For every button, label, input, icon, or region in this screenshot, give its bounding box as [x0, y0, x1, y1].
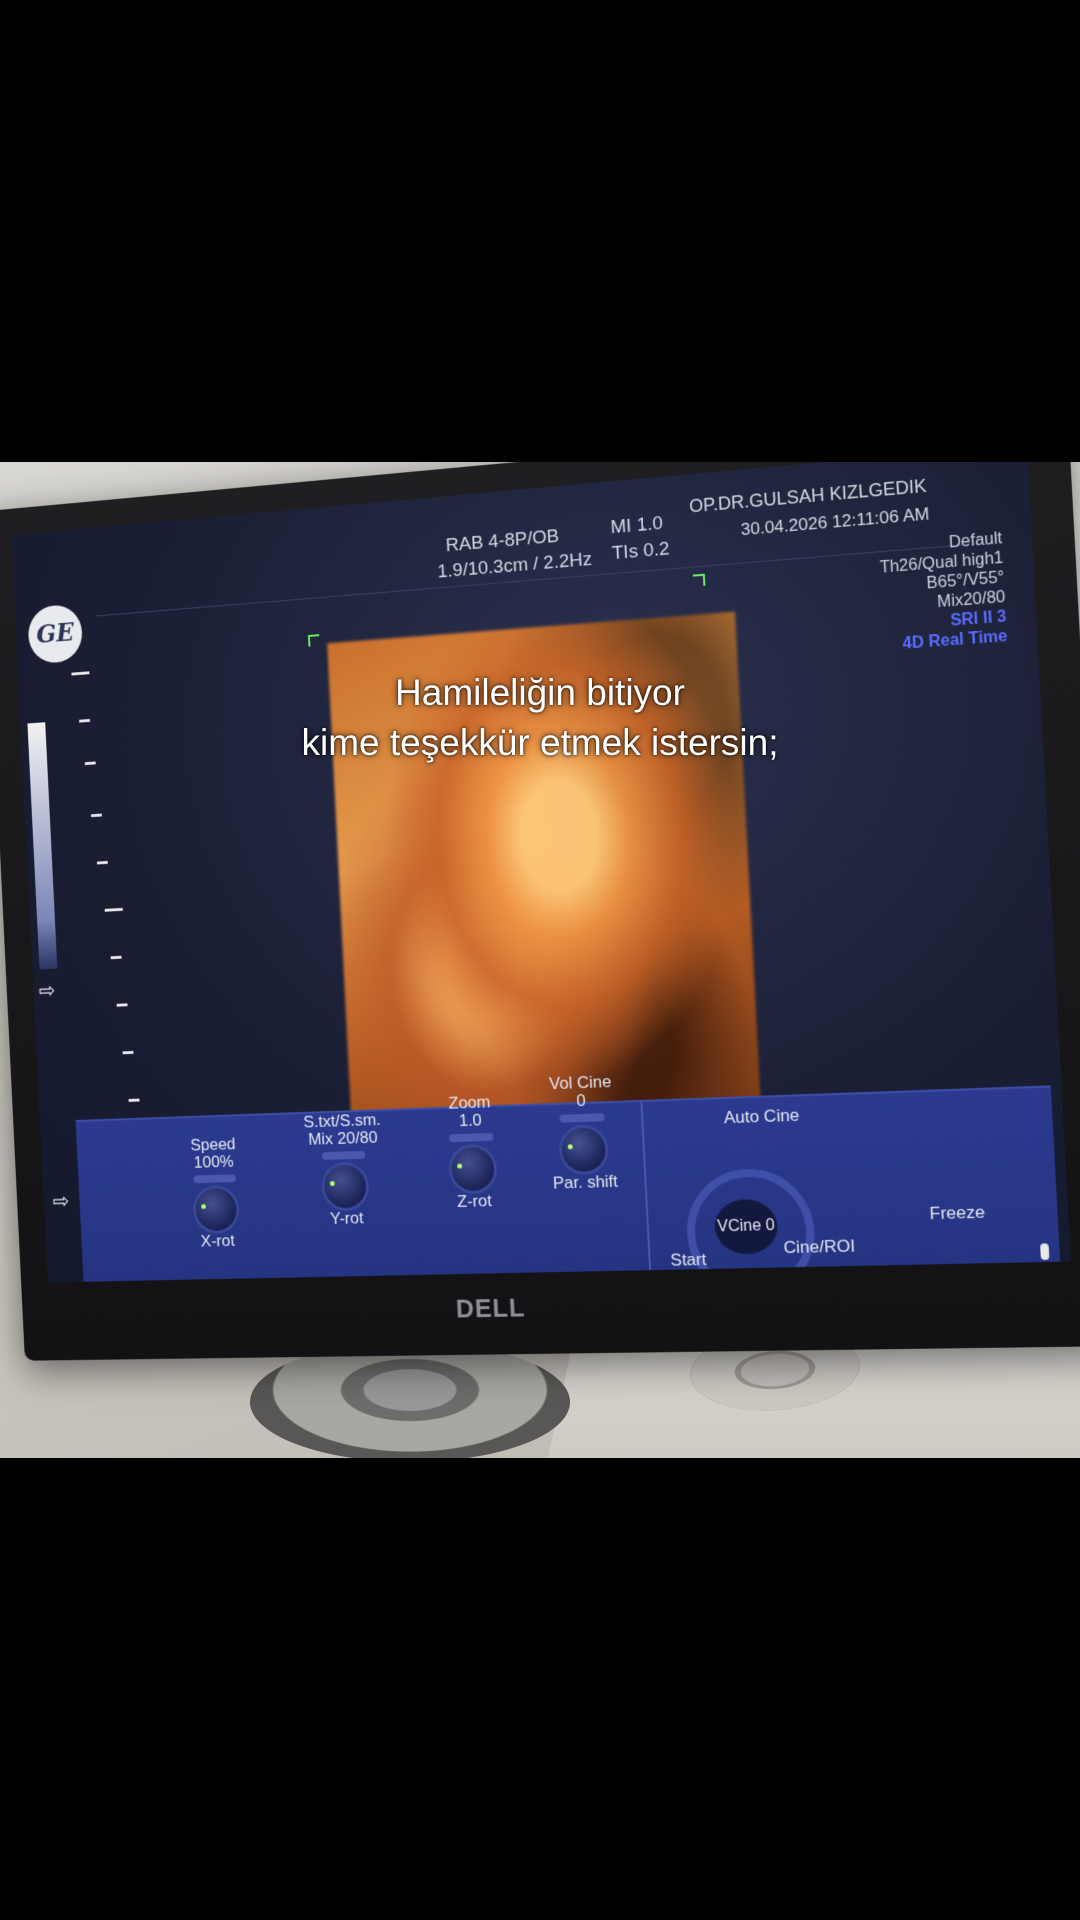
arrow-right-icon: ⇨ [38, 978, 56, 1003]
y-rot-label: Y-rot [281, 1208, 413, 1229]
start-button[interactable]: Start [658, 1251, 719, 1270]
mi-label: MI 1.0 [610, 513, 663, 539]
vol-cine-slider[interactable] [559, 1113, 605, 1122]
photo: GE RAB 4-8P/OB 1.9/10.3cm / 2.2Hz MI 1.0… [0, 462, 1080, 1458]
speed-value: 100% [159, 1152, 270, 1173]
caption-line-1: Hamileliğin bitiyor [0, 668, 1080, 718]
logo-text: GE [36, 618, 75, 649]
stxt-control[interactable]: S.txt/S.sm. Mix 20/80 Y-rot [276, 1110, 413, 1229]
z-rot-knob[interactable] [451, 1147, 496, 1192]
arrow-right-icon: ⇨ [52, 1189, 70, 1214]
x-rot-label: X-rot [162, 1231, 273, 1251]
roi-corner [308, 634, 320, 647]
freeze-button[interactable]: Freeze [910, 1203, 1005, 1224]
vol-cine-control[interactable]: Vol Cine 0 Par. shift [521, 1072, 645, 1193]
ultrasound-screen: GE RAB 4-8P/OB 1.9/10.3cm / 2.2Hz MI 1.0… [11, 462, 1071, 1283]
stxt-value: Mix 20/80 [277, 1128, 409, 1150]
speed-control[interactable]: Speed 100% X-rot [158, 1135, 274, 1252]
panel-divider [640, 1102, 652, 1283]
acquisition-info: Default Th26/Qual high1 B65°/V55° Mix20/… [878, 529, 1008, 655]
video-frame: GE RAB 4-8P/OB 1.9/10.3cm / 2.2Hz MI 1.0… [0, 0, 1080, 1920]
monitor-stand [250, 1342, 570, 1458]
video-caption: Hamileliğin bitiyor kime teşekkür etmek … [0, 668, 1080, 768]
zoom-control[interactable]: Zoom 1.0 Z-rot [416, 1092, 528, 1212]
tis-label: TIs 0.2 [611, 538, 670, 565]
depth-tick [91, 814, 102, 818]
depth-tick [129, 1099, 140, 1102]
stxt-slider[interactable] [322, 1151, 366, 1160]
auto-cine-label: Auto Cine [701, 1106, 823, 1128]
par-shift-label: Par. shift [526, 1172, 645, 1193]
depth-tick [123, 1051, 134, 1054]
monitor: GE RAB 4-8P/OB 1.9/10.3cm / 2.2Hz MI 1.0… [0, 462, 1080, 1361]
ge-logo: GE [27, 603, 83, 664]
power-indicator [1040, 1243, 1049, 1260]
vol-cine-value: 0 [522, 1090, 641, 1112]
depth-tick [105, 908, 123, 912]
depth-tick [117, 1003, 128, 1006]
caption-line-2: kime teşekkür etmek istersin; [0, 718, 1080, 768]
depth-tick [111, 956, 122, 959]
roi-corner [693, 574, 706, 587]
depth-tick [97, 861, 108, 864]
par-shift-knob[interactable] [561, 1127, 606, 1172]
control-panel: ⇨ Speed 100% X-rot S.txt/S.sm. Mix 20/80 [76, 1085, 1062, 1282]
dell-logo: DELL [455, 1293, 526, 1325]
cine-roi-button[interactable]: Cine/ROI [768, 1237, 871, 1258]
z-rot-label: Z-rot [421, 1191, 528, 1212]
zoom-value: 1.0 [417, 1110, 524, 1131]
y-rot-knob[interactable] [323, 1165, 367, 1209]
zoom-slider[interactable] [449, 1133, 494, 1142]
speed-slider[interactable] [193, 1174, 236, 1183]
x-rot-knob[interactable] [195, 1188, 238, 1231]
